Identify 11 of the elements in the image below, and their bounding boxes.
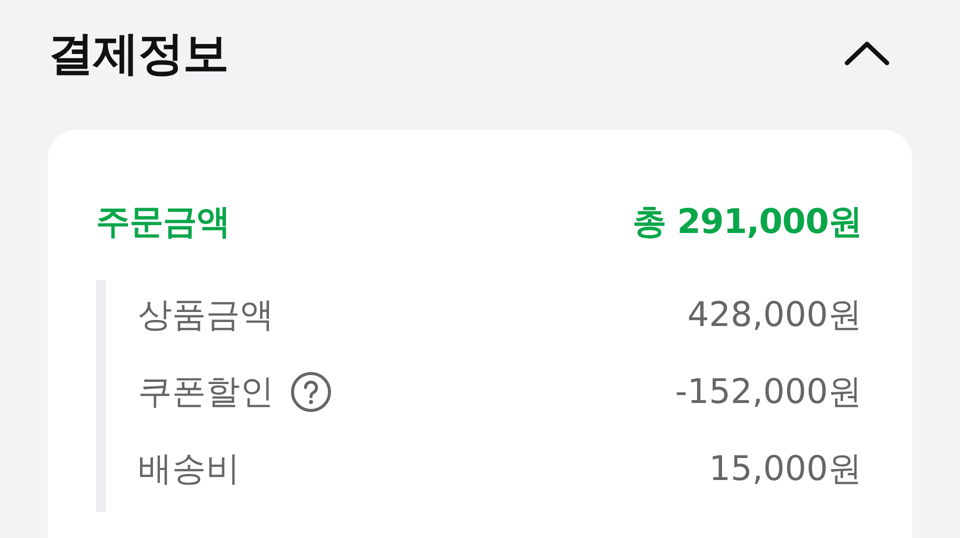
order-amount-total: 총 291,000원	[632, 201, 862, 244]
item-amount: -152,000원	[675, 371, 862, 414]
chevron-up-icon[interactable]	[844, 40, 890, 66]
item-amount: 428,000원	[687, 294, 862, 337]
item-label: 상품금액	[138, 294, 274, 337]
item-amount: 15,000원	[709, 448, 862, 491]
order-amount-label: 주문금액	[96, 201, 230, 244]
item-label: 쿠폰할인	[138, 371, 274, 414]
help-icon[interactable]	[290, 371, 332, 413]
item-label: 배송비	[138, 448, 240, 491]
section-title: 결제정보	[48, 25, 228, 81]
